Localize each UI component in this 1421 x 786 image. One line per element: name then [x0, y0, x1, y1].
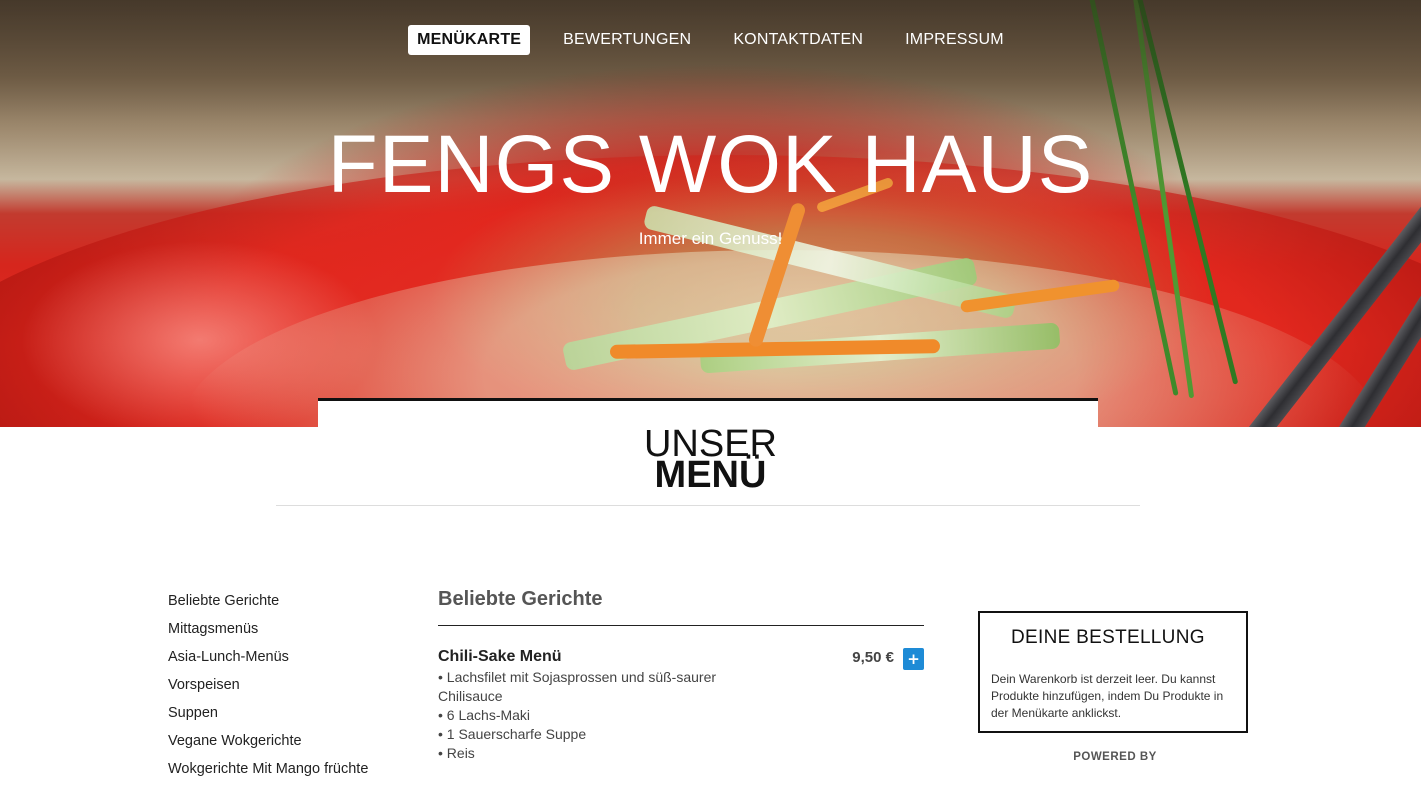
add-to-cart-button[interactable]: + [903, 648, 924, 670]
dish-price: 9,50 € [852, 649, 894, 666]
heading-divider [276, 505, 1140, 506]
dish-item: Chili-Sake Menü 9,50 € + • Lachsfilet mi… [438, 648, 924, 763]
hero-banner-image [0, 0, 1421, 427]
category-item-vegane-wokgerichte[interactable]: Vegane Wokgerichte [168, 730, 368, 758]
dish-description: • Lachsfilet mit Sojasprossen und süß-sa… [438, 668, 738, 763]
category-item-wokgerichte-mango[interactable]: Wokgerichte Mit Mango früchte [168, 758, 368, 786]
powered-by-label: POWERED BY [1073, 751, 1157, 763]
menu-heading: UNSER MENÜ [0, 425, 1421, 496]
section-divider [438, 625, 924, 626]
dish-description-line: • 6 Lachs-Maki [438, 707, 531, 723]
dish-description-line: • Lachsfilet mit Sojasprossen und süß-sa… [438, 669, 717, 704]
dish-name: Chili-Sake Menü [438, 648, 562, 665]
cart-empty-message: Dein Warenkorb ist derzeit leer. Du kann… [991, 672, 1224, 720]
menu-heading-line2: MENÜ [654, 454, 767, 496]
nav-item-bewertungen[interactable]: BEWERTUNGEN [554, 25, 700, 55]
category-item-beliebte-gerichte[interactable]: Beliebte Gerichte [168, 590, 368, 618]
restaurant-title: FENGS WOK HAUS [327, 119, 1094, 210]
section-title: Beliebte Gerichte [438, 588, 603, 610]
dish-description-line: • Reis [438, 745, 475, 761]
nav-item-kontaktdaten[interactable]: KONTAKTDATEN [724, 25, 872, 55]
category-item-suppen[interactable]: Suppen [168, 702, 368, 730]
order-cart-box: DEINE BESTELLUNG Dein Warenkorb ist derz… [978, 611, 1248, 733]
hero-overlay [0, 0, 1421, 427]
dish-description-line: • 1 Sauerscharfe Suppe [438, 726, 587, 742]
category-item-vorspeisen[interactable]: Vorspeisen [168, 674, 368, 702]
nav-item-impressum[interactable]: IMPRESSUM [896, 25, 1013, 55]
main-navigation: MENÜKARTE BEWERTUNGEN KONTAKTDATEN IMPRE… [0, 25, 1421, 55]
restaurant-tagline: Immer ein Genuss! [638, 229, 783, 248]
order-title: DEINE BESTELLUNG [1011, 627, 1205, 648]
nav-item-menuekarte[interactable]: MENÜKARTE [408, 25, 531, 55]
category-item-mittagsmenues[interactable]: Mittagsmenüs [168, 618, 368, 646]
category-item-asia-lunch-menues[interactable]: Asia-Lunch-Menüs [168, 646, 368, 674]
category-list: Beliebte Gerichte Mittagsmenüs Asia-Lunc… [168, 590, 368, 786]
